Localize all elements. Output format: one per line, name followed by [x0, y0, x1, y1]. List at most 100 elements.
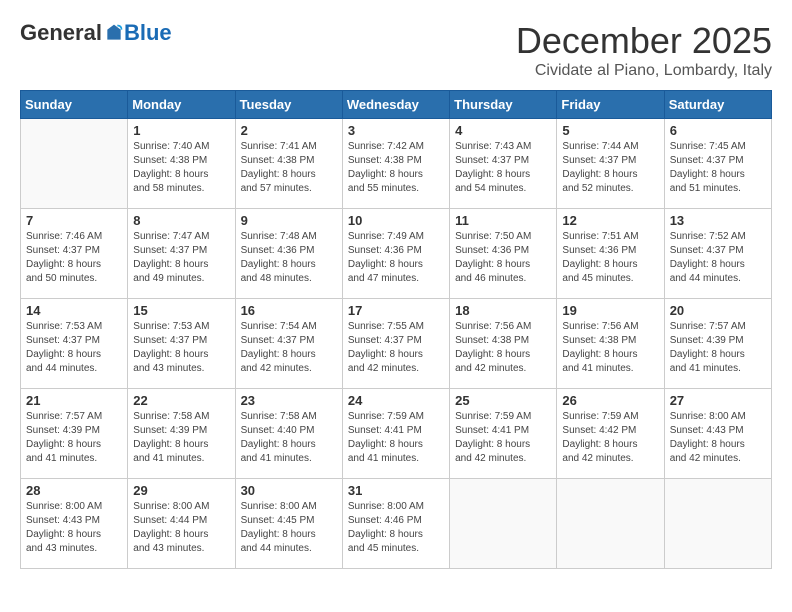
day-info: Sunrise: 7:57 AM Sunset: 4:39 PM Dayligh…: [26, 410, 122, 466]
day-info: Sunrise: 8:00 AM Sunset: 4:46 PM Dayligh…: [348, 500, 444, 556]
location: Cividate al Piano, Lombardy, Italy: [516, 62, 772, 80]
day-number: 31: [348, 483, 444, 498]
day-info: Sunrise: 7:54 AM Sunset: 4:37 PM Dayligh…: [241, 320, 337, 376]
day-number: 13: [670, 213, 766, 228]
calendar-cell: [450, 479, 557, 569]
day-info: Sunrise: 8:00 AM Sunset: 4:43 PM Dayligh…: [26, 500, 122, 556]
day-number: 19: [562, 303, 658, 318]
calendar-header-row: SundayMondayTuesdayWednesdayThursdayFrid…: [21, 91, 772, 119]
day-number: 23: [241, 393, 337, 408]
calendar-cell: 24 Sunrise: 7:59 AM Sunset: 4:41 PM Dayli…: [342, 389, 449, 479]
day-number: 12: [562, 213, 658, 228]
day-info: Sunrise: 7:59 AM Sunset: 4:41 PM Dayligh…: [455, 410, 551, 466]
calendar-week-row: 28 Sunrise: 8:00 AM Sunset: 4:43 PM Dayli…: [21, 479, 772, 569]
calendar-week-row: 14 Sunrise: 7:53 AM Sunset: 4:37 PM Dayli…: [21, 299, 772, 389]
calendar-cell: 26Sunrise: 7:59 AM Sunset: 4:42 PM Dayli…: [557, 389, 664, 479]
calendar-table: SundayMondayTuesdayWednesdayThursdayFrid…: [20, 90, 772, 569]
logo-blue-text: Blue: [124, 20, 172, 46]
calendar-week-row: 7Sunrise: 7:46 AM Sunset: 4:37 PM Daylig…: [21, 209, 772, 299]
calendar-cell: 2 Sunrise: 7:41 AM Sunset: 4:38 PM Daylig…: [235, 119, 342, 209]
calendar-header-saturday: Saturday: [664, 91, 771, 119]
page-header: General Blue December 2025 Cividate al P…: [20, 20, 772, 80]
calendar-cell: 15 Sunrise: 7:53 AM Sunset: 4:37 PM Dayli…: [128, 299, 235, 389]
calendar-cell: 28 Sunrise: 8:00 AM Sunset: 4:43 PM Dayli…: [21, 479, 128, 569]
calendar-header-tuesday: Tuesday: [235, 91, 342, 119]
day-info: Sunrise: 7:55 AM Sunset: 4:37 PM Dayligh…: [348, 320, 444, 376]
calendar-cell: 22 Sunrise: 7:58 AM Sunset: 4:39 PM Dayli…: [128, 389, 235, 479]
calendar-cell: [557, 479, 664, 569]
day-info: Sunrise: 7:59 AM Sunset: 4:41 PM Dayligh…: [348, 410, 444, 466]
logo-general-text: General: [20, 20, 102, 46]
logo: General Blue: [20, 20, 172, 46]
day-number: 18: [455, 303, 551, 318]
day-number: 28: [26, 483, 122, 498]
day-info: Sunrise: 7:58 AM Sunset: 4:39 PM Dayligh…: [133, 410, 229, 466]
day-info: Sunrise: 7:50 AM Sunset: 4:36 PM Dayligh…: [455, 230, 551, 286]
calendar-cell: 19 Sunrise: 7:56 AM Sunset: 4:38 PM Dayli…: [557, 299, 664, 389]
day-number: 1: [133, 123, 229, 138]
calendar-cell: 1Sunrise: 7:40 AM Sunset: 4:38 PM Daylig…: [128, 119, 235, 209]
day-info: Sunrise: 7:48 AM Sunset: 4:36 PM Dayligh…: [241, 230, 337, 286]
title-section: December 2025 Cividate al Piano, Lombard…: [516, 20, 772, 80]
day-info: Sunrise: 7:53 AM Sunset: 4:37 PM Dayligh…: [133, 320, 229, 376]
day-info: Sunrise: 7:44 AM Sunset: 4:37 PM Dayligh…: [562, 140, 658, 196]
calendar-header-monday: Monday: [128, 91, 235, 119]
day-info: Sunrise: 7:45 AM Sunset: 4:37 PM Dayligh…: [670, 140, 766, 196]
calendar-week-row: 1Sunrise: 7:40 AM Sunset: 4:38 PM Daylig…: [21, 119, 772, 209]
calendar-cell: 23Sunrise: 7:58 AM Sunset: 4:40 PM Dayli…: [235, 389, 342, 479]
day-number: 21: [26, 393, 122, 408]
day-number: 4: [455, 123, 551, 138]
calendar-cell: 10 Sunrise: 7:49 AM Sunset: 4:36 PM Dayli…: [342, 209, 449, 299]
day-number: 25: [455, 393, 551, 408]
calendar-cell: 4 Sunrise: 7:43 AM Sunset: 4:37 PM Daylig…: [450, 119, 557, 209]
day-number: 5: [562, 123, 658, 138]
calendar-header-thursday: Thursday: [450, 91, 557, 119]
day-number: 11: [455, 213, 551, 228]
month-title: December 2025: [516, 20, 772, 62]
calendar-cell: 7Sunrise: 7:46 AM Sunset: 4:37 PM Daylig…: [21, 209, 128, 299]
calendar-week-row: 21 Sunrise: 7:57 AM Sunset: 4:39 PM Dayli…: [21, 389, 772, 479]
day-number: 16: [241, 303, 337, 318]
day-number: 10: [348, 213, 444, 228]
day-info: Sunrise: 7:53 AM Sunset: 4:37 PM Dayligh…: [26, 320, 122, 376]
day-number: 15: [133, 303, 229, 318]
day-number: 29: [133, 483, 229, 498]
calendar-cell: 14 Sunrise: 7:53 AM Sunset: 4:37 PM Dayli…: [21, 299, 128, 389]
day-number: 8: [133, 213, 229, 228]
day-number: 30: [241, 483, 337, 498]
calendar-cell: 27Sunrise: 8:00 AM Sunset: 4:43 PM Dayli…: [664, 389, 771, 479]
calendar-cell: 29Sunrise: 8:00 AM Sunset: 4:44 PM Dayli…: [128, 479, 235, 569]
day-info: Sunrise: 7:59 AM Sunset: 4:42 PM Dayligh…: [562, 410, 658, 466]
day-info: Sunrise: 8:00 AM Sunset: 4:45 PM Dayligh…: [241, 500, 337, 556]
day-info: Sunrise: 7:56 AM Sunset: 4:38 PM Dayligh…: [562, 320, 658, 376]
day-info: Sunrise: 7:42 AM Sunset: 4:38 PM Dayligh…: [348, 140, 444, 196]
calendar-header-friday: Friday: [557, 91, 664, 119]
day-number: 24: [348, 393, 444, 408]
calendar-cell: 3 Sunrise: 7:42 AM Sunset: 4:38 PM Daylig…: [342, 119, 449, 209]
calendar-cell: 16 Sunrise: 7:54 AM Sunset: 4:37 PM Dayli…: [235, 299, 342, 389]
calendar-cell: 8Sunrise: 7:47 AM Sunset: 4:37 PM Daylig…: [128, 209, 235, 299]
day-info: Sunrise: 7:49 AM Sunset: 4:36 PM Dayligh…: [348, 230, 444, 286]
calendar-cell: 20Sunrise: 7:57 AM Sunset: 4:39 PM Dayli…: [664, 299, 771, 389]
day-info: Sunrise: 7:46 AM Sunset: 4:37 PM Dayligh…: [26, 230, 122, 286]
day-info: Sunrise: 7:56 AM Sunset: 4:38 PM Dayligh…: [455, 320, 551, 376]
calendar-header-sunday: Sunday: [21, 91, 128, 119]
calendar-cell: 17 Sunrise: 7:55 AM Sunset: 4:37 PM Dayli…: [342, 299, 449, 389]
calendar-cell: 31 Sunrise: 8:00 AM Sunset: 4:46 PM Dayli…: [342, 479, 449, 569]
day-number: 14: [26, 303, 122, 318]
day-number: 17: [348, 303, 444, 318]
calendar-header-wednesday: Wednesday: [342, 91, 449, 119]
day-number: 3: [348, 123, 444, 138]
day-info: Sunrise: 7:52 AM Sunset: 4:37 PM Dayligh…: [670, 230, 766, 286]
logo-icon: [104, 23, 124, 43]
day-number: 9: [241, 213, 337, 228]
calendar-cell: [21, 119, 128, 209]
calendar-cell: 12Sunrise: 7:51 AM Sunset: 4:36 PM Dayli…: [557, 209, 664, 299]
day-number: 22: [133, 393, 229, 408]
day-info: Sunrise: 7:57 AM Sunset: 4:39 PM Dayligh…: [670, 320, 766, 376]
day-number: 2: [241, 123, 337, 138]
day-info: Sunrise: 7:41 AM Sunset: 4:38 PM Dayligh…: [241, 140, 337, 196]
calendar-cell: 13 Sunrise: 7:52 AM Sunset: 4:37 PM Dayli…: [664, 209, 771, 299]
day-number: 6: [670, 123, 766, 138]
day-info: Sunrise: 7:43 AM Sunset: 4:37 PM Dayligh…: [455, 140, 551, 196]
